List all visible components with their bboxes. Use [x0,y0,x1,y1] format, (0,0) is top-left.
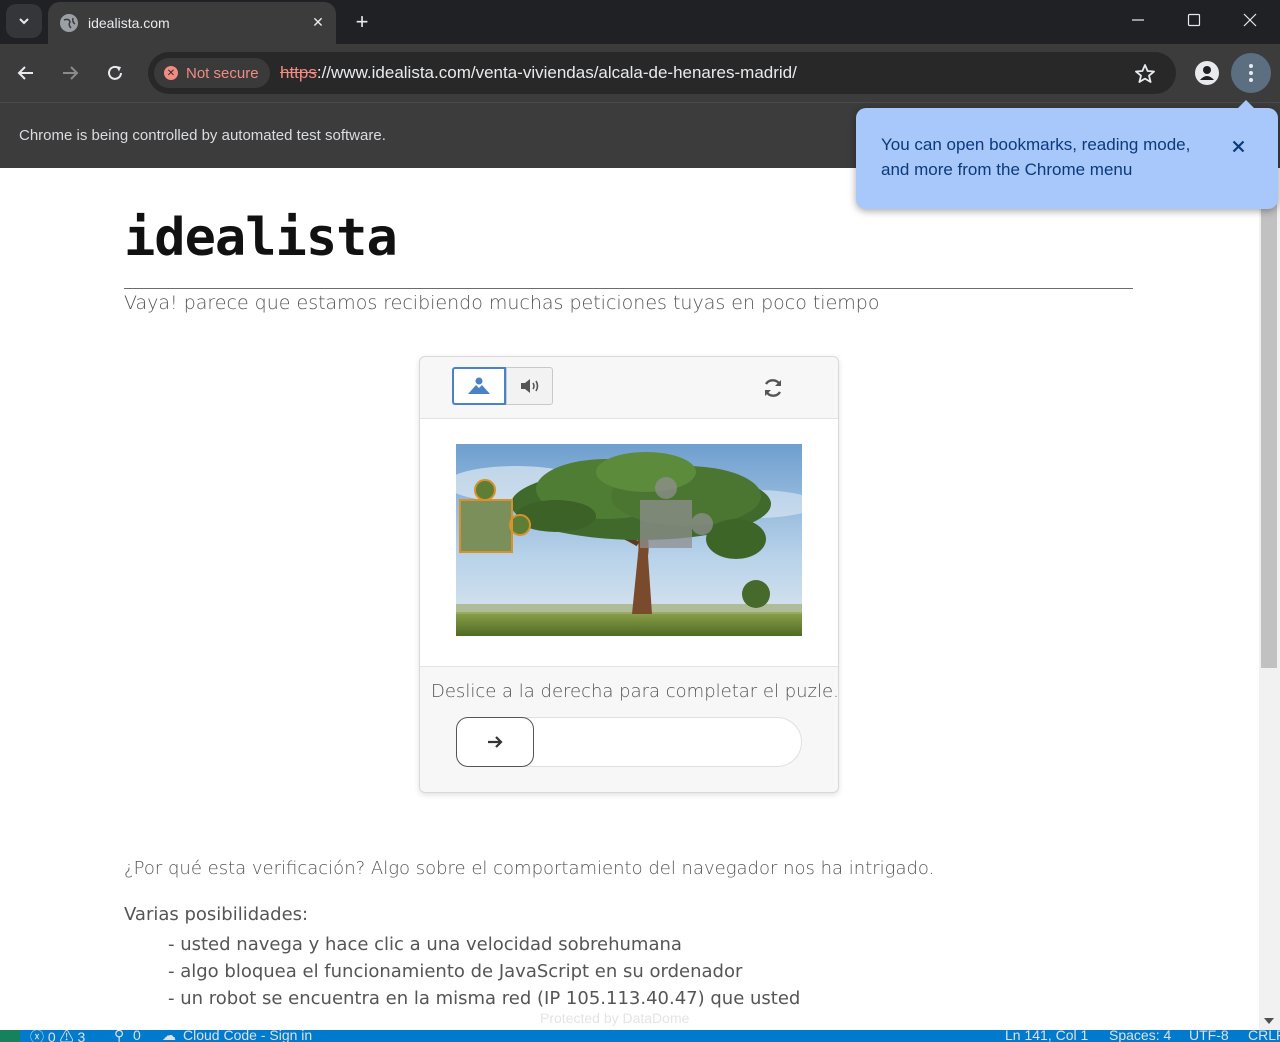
speaker-icon [520,379,538,393]
browser-toolbar: ✕ Not secure https://www.idealista.com/v… [0,44,1280,102]
scrollbar-thumb[interactable] [1261,188,1277,668]
cloud-icon: ☁ [162,1030,176,1042]
url-rest: ://www.idealista.com/venta-viviendas/alc… [316,63,797,82]
captcha-header [420,357,838,419]
ports-count[interactable]: 0 [133,1030,141,1042]
line-ending[interactable]: CRLF [1248,1030,1280,1042]
maximize-button[interactable] [1166,0,1222,40]
tab-search-button[interactable] [6,4,42,38]
arrow-right-icon [63,66,79,80]
new-tab-button[interactable]: + [348,8,376,36]
why-verification-text: ¿Por qué esta verificación? Algo sobre e… [124,858,935,879]
list-item: - un robot se encuentra en la misma red … [168,988,801,1009]
puzzle-image [456,444,802,636]
refresh-icon [764,379,782,397]
possibilities-title: Varias posibilidades: [124,904,309,925]
list-item: - usted navega y hace clic a una velocid… [168,934,682,955]
indentation[interactable]: Spaces: 4 [1109,1030,1171,1042]
arrow-right-icon [488,736,503,748]
forward-button[interactable] [54,57,86,89]
infobar-message: Chrome is being controlled by automated … [19,127,386,144]
kebab-menu-icon [1249,64,1253,82]
captcha-image-area [420,419,838,667]
profile-button[interactable] [1192,58,1222,88]
security-label: Not secure [186,64,259,82]
datadome-watermark: Protected by DataDome [540,1010,690,1026]
encoding[interactable]: UTF-8 [1189,1030,1229,1042]
security-chip[interactable]: ✕ Not secure [154,58,270,88]
url-text[interactable]: https://www.idealista.com/venta-vivienda… [280,63,797,83]
arrow-left-icon [17,66,33,80]
captcha-widget: Deslice a la derecha para completar el p… [419,356,839,793]
image-mode-button[interactable] [452,367,506,405]
refresh-captcha-button[interactable] [758,373,788,403]
problems-indicator[interactable]: ⓧ 0 ⚠ 3 [30,1030,85,1042]
cloud-code-status[interactable]: Cloud Code - Sign in [183,1030,312,1042]
ports-icon[interactable]: ⚲ [114,1030,124,1042]
possibilities-list: - usted navega y hace clic a una velocid… [168,931,800,1012]
editor-status-bar: ⓧ 0 ⚠ 3 ⚲ 0 ☁ Cloud Code - Sign in Ln 14… [0,1030,1280,1042]
chrome-menu-button[interactable] [1231,53,1271,93]
reload-button[interactable] [99,57,131,89]
browser-tab[interactable]: idealista.com ✕ [48,2,336,44]
minimize-button[interactable] [1110,0,1166,40]
chevron-down-icon [19,18,29,25]
close-window-button[interactable] [1222,0,1278,40]
close-icon [1232,140,1244,152]
page-content: idealista Vaya! parece que estamos recib… [0,168,1259,1030]
divider [124,288,1133,289]
captcha-instruction: Deslice a la derecha para completar el p… [431,681,839,702]
remote-indicator[interactable] [0,1030,20,1042]
audio-mode-button[interactable] [506,367,553,405]
address-bar[interactable]: ✕ Not secure https://www.idealista.com/v… [148,52,1176,94]
scroll-down-arrow-icon[interactable] [1264,1018,1274,1024]
globe-icon [60,14,78,32]
warning-icon: ✕ [164,66,178,80]
lead-message: Vaya! parece que estamos recibiendo much… [124,292,880,314]
idealista-logo: idealista [124,208,398,268]
back-button[interactable] [10,57,42,89]
person-icon [1195,61,1219,85]
chrome-menu-tip: You can open bookmarks, reading mode, an… [856,100,1278,209]
slider-handle[interactable] [456,717,534,767]
reload-icon [108,65,122,80]
cursor-position[interactable]: Ln 141, Col 1 [1005,1030,1088,1042]
tab-title: idealista.com [88,15,170,31]
list-item: - algo bloquea el funcionamiento de Java… [168,961,743,982]
tip-text: You can open bookmarks, reading mode, an… [881,135,1191,179]
image-icon [468,377,490,394]
page-scrollbar[interactable] [1259,168,1280,1030]
title-bar: idealista.com ✕ + [0,0,1280,44]
tab-close-icon[interactable]: ✕ [306,11,330,35]
url-scheme: https [280,63,317,82]
bookmark-star-icon[interactable] [1132,61,1158,87]
tip-close-button[interactable] [1226,134,1250,158]
